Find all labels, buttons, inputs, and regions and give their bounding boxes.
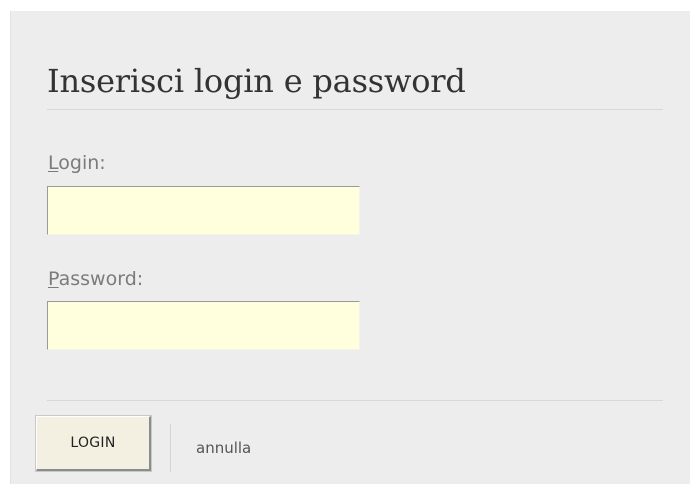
button-separator — [170, 424, 171, 472]
login-input[interactable] — [47, 186, 360, 235]
login-label: Login: — [48, 151, 106, 175]
title-divider — [47, 109, 663, 110]
actions-divider — [47, 400, 663, 401]
login-label-text: ogin: — [58, 152, 106, 174]
login-panel: Inserisci login e password Login: Passwo… — [10, 11, 690, 484]
password-label-text: assword: — [58, 268, 144, 290]
password-label-access-key: P — [48, 268, 59, 290]
login-button[interactable]: LOGIN — [36, 416, 151, 471]
password-label: Password: — [48, 267, 143, 291]
login-label-access-key: L — [48, 152, 59, 174]
password-input[interactable] — [47, 301, 360, 350]
cancel-link[interactable]: annulla — [196, 438, 251, 458]
page-title: Inserisci login e password — [47, 62, 466, 100]
